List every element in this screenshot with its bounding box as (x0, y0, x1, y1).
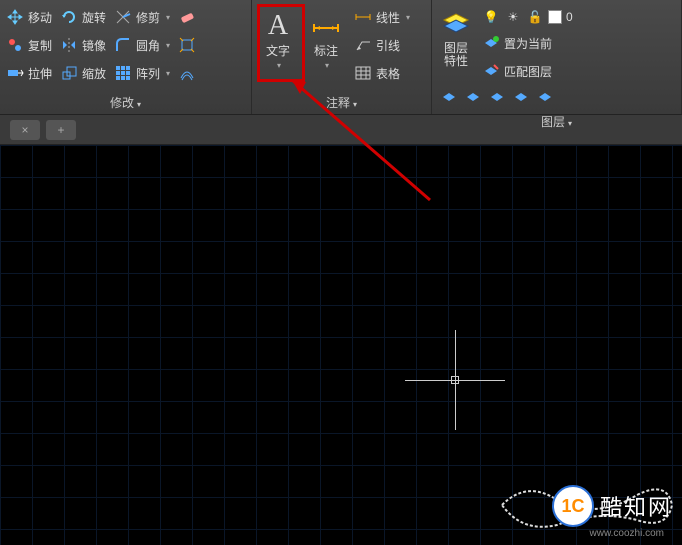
layer-color-swatch (548, 10, 562, 24)
linear-button[interactable]: 线性 ▾ (350, 4, 414, 30)
panel-modify: 移动 复制 拉伸 (0, 0, 252, 114)
close-icon: × (21, 123, 28, 137)
layer-dropdown[interactable]: 💡 ☀ 🔓 0 (478, 6, 679, 28)
trim-icon (114, 8, 132, 26)
layer-icon (512, 88, 530, 106)
layer-icon (536, 88, 554, 106)
watermark: 1C 酷知网 (552, 485, 672, 527)
chevron-down-icon: ▾ (325, 61, 329, 70)
panel-modify-title[interactable]: 修改▾ (2, 91, 249, 114)
rotate-button[interactable]: 旋转 (56, 4, 110, 30)
layer-icon (464, 88, 482, 106)
chevron-down-icon: ▾ (166, 41, 170, 50)
trim-label: 修剪 (136, 9, 160, 26)
layer-tool-3[interactable] (486, 84, 508, 110)
watermark-brand: 酷知网 (600, 490, 672, 522)
chevron-down-icon: ▾ (406, 13, 410, 22)
trim-button[interactable]: 修剪 ▾ (110, 4, 174, 30)
scale-button[interactable]: 缩放 (56, 60, 110, 86)
watermark-url: www.coozhi.com (590, 528, 664, 539)
mirror-button[interactable]: 镜像 (56, 32, 110, 58)
copy-label: 复制 (28, 37, 52, 54)
panel-layers-title[interactable]: 图层▾ (434, 110, 679, 133)
chevron-down-icon: ▾ (277, 61, 281, 70)
lock-icon: 🔓 (526, 8, 544, 26)
table-label: 表格 (376, 65, 400, 82)
leader-label: 引线 (376, 37, 400, 54)
move-icon (6, 8, 24, 26)
layer-properties-label: 图层 特性 (444, 42, 468, 68)
table-button[interactable]: 表格 (350, 60, 414, 86)
chevron-down-icon: ▾ (353, 100, 357, 109)
leader-button[interactable]: 引线 (350, 32, 414, 58)
panel-layers: 图层 特性 💡 ☀ 🔓 0 置为当前 (432, 0, 682, 114)
dimension-label: 标注 (314, 42, 338, 59)
layer-tool-2[interactable] (462, 84, 484, 110)
scale-icon (60, 64, 78, 82)
modify-extra-3[interactable] (174, 60, 200, 86)
fillet-icon (114, 36, 132, 54)
panel-annotation: A 文字 ▾ 标注 ▾ 线性 ▾ 引线 (252, 0, 432, 114)
mirror-icon (60, 36, 78, 54)
layer-tool-4[interactable] (510, 84, 532, 110)
move-label: 移动 (28, 9, 52, 26)
sun-icon: ☀ (504, 8, 522, 26)
layer-properties-button[interactable]: 图层 特性 (434, 4, 478, 84)
array-icon (114, 64, 132, 82)
match-layer-icon (482, 62, 500, 80)
offset-icon (178, 64, 196, 82)
set-current-label: 置为当前 (504, 35, 552, 52)
layer-icon (488, 88, 506, 106)
leader-icon (354, 36, 372, 54)
svg-text:A: A (268, 10, 289, 40)
match-layer-label: 匹配图层 (504, 63, 552, 80)
layer-properties-icon (440, 8, 472, 40)
stretch-label: 拉伸 (28, 65, 52, 82)
mirror-label: 镜像 (82, 37, 106, 54)
match-layer-button[interactable]: 匹配图层 (478, 58, 679, 84)
text-label: 文字 (266, 42, 290, 59)
stretch-icon (6, 64, 24, 82)
set-current-icon (482, 34, 500, 52)
copy-icon (6, 36, 24, 54)
layer-tool-1[interactable] (438, 84, 460, 110)
chevron-down-icon: ▾ (166, 13, 170, 22)
dimension-button[interactable]: 标注 ▾ (302, 4, 350, 91)
table-icon (354, 64, 372, 82)
panel-annotation-title[interactable]: 注释▾ (254, 91, 429, 114)
array-label: 阵列 (136, 65, 160, 82)
scale-label: 缩放 (82, 65, 106, 82)
modify-extra-1[interactable] (174, 4, 200, 30)
move-button[interactable]: 移动 (2, 4, 56, 30)
lightbulb-icon: 💡 (482, 8, 500, 26)
rotate-icon (60, 8, 78, 26)
erase-icon (178, 8, 196, 26)
layer-tool-5[interactable] (534, 84, 556, 110)
plus-icon: + (57, 123, 64, 137)
explode-icon (178, 36, 196, 54)
linear-label: 线性 (376, 9, 400, 26)
linear-icon (354, 8, 372, 26)
ribbon: 移动 复制 拉伸 (0, 0, 682, 115)
tab-new[interactable]: + (46, 120, 76, 140)
dimension-icon (310, 8, 342, 40)
set-current-button[interactable]: 置为当前 (478, 30, 679, 56)
fillet-label: 圆角 (136, 37, 160, 54)
tab-close[interactable]: × (10, 120, 40, 140)
modify-extra-2[interactable] (174, 32, 200, 58)
stretch-button[interactable]: 拉伸 (2, 60, 56, 86)
fillet-button[interactable]: 圆角 ▾ (110, 32, 174, 58)
chevron-down-icon: ▾ (166, 69, 170, 78)
text-button[interactable]: A 文字 ▾ (254, 4, 302, 91)
rotate-label: 旋转 (82, 9, 106, 26)
chevron-down-icon: ▾ (568, 119, 572, 128)
current-layer-name: 0 (566, 10, 573, 24)
watermark-logo: 1C (552, 485, 594, 527)
copy-button[interactable]: 复制 (2, 32, 56, 58)
text-icon: A (262, 8, 294, 40)
layer-icon (440, 88, 458, 106)
chevron-down-icon: ▾ (137, 100, 141, 109)
array-button[interactable]: 阵列 ▾ (110, 60, 174, 86)
